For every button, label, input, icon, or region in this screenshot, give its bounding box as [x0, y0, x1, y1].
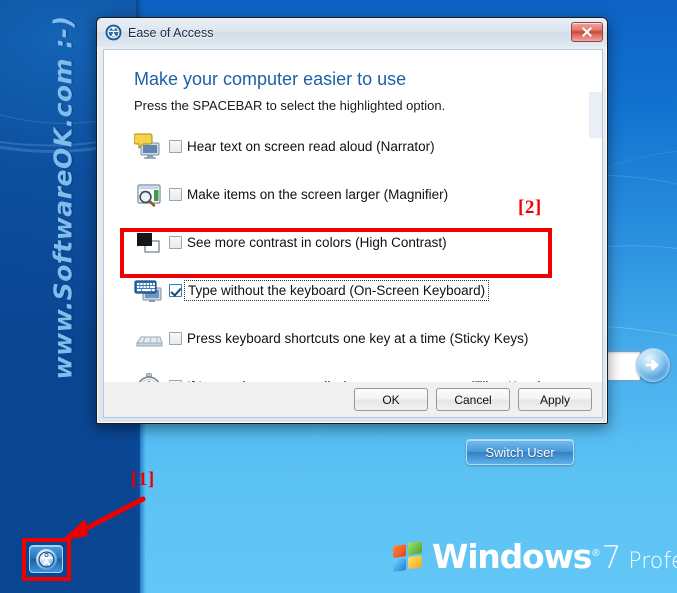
option-label: Hear text on screen read aloud (Narrator… — [187, 138, 435, 154]
option-checkbox[interactable] — [169, 235, 182, 249]
submit-arrow-button[interactable] — [636, 348, 670, 382]
option-row-high-contrast[interactable]: See more contrast in colors (High Contra… — [104, 218, 602, 266]
option-checkbox[interactable] — [169, 187, 182, 201]
option-row-on-screen-keyboard[interactable]: Type without the keyboard (On-Screen Key… — [104, 266, 602, 314]
accessibility-icon — [35, 548, 57, 570]
option-label: Make items on the screen larger (Magnifi… — [187, 186, 449, 202]
dialog-button-bar: OK Cancel Apply — [103, 382, 603, 418]
close-button[interactable] — [571, 22, 603, 42]
switch-user-button[interactable]: Switch User — [466, 439, 574, 465]
option-row-narrator[interactable]: Hear text on screen read aloud (Narrator… — [104, 122, 602, 170]
option-row-filter-keys[interactable]: If I press keys repeatedly, ignore extra… — [104, 362, 602, 382]
on-screen-keyboard-icon — [134, 275, 164, 305]
narrator-icon — [133, 131, 164, 161]
logon-screen: www.SoftwareOK.com :-) Switch User [1] w… — [0, 0, 677, 593]
ease-of-access-dialog: Ease of Access Make your computer easier… — [96, 17, 608, 424]
page-subtitle: Press the SPACEBAR to select the highlig… — [134, 98, 446, 113]
apply-button-label: Apply — [539, 392, 571, 407]
magnifier-icon — [134, 179, 164, 209]
apply-button[interactable]: Apply — [518, 388, 592, 411]
close-x-icon — [581, 26, 593, 38]
accessibility-icon — [105, 24, 122, 41]
option-label: Type without the keyboard (On-Screen Key… — [183, 279, 490, 301]
ok-button[interactable]: OK — [354, 388, 428, 411]
option-checkbox[interactable] — [169, 331, 182, 345]
ok-button-label: OK — [382, 392, 400, 407]
sticky-keys-icon — [134, 323, 164, 353]
cancel-button-label: Cancel — [454, 392, 492, 407]
option-list: Hear text on screen read aloud (Narrator… — [104, 122, 602, 382]
option-row-magnifier[interactable]: Make items on the screen larger (Magnifi… — [104, 170, 602, 218]
option-label: See more contrast in colors (High Contra… — [187, 234, 447, 250]
dialog-title: Ease of Access — [128, 25, 214, 40]
arrow-right-icon — [643, 355, 663, 375]
option-row-sticky-keys[interactable]: Press keyboard shortcuts one key at a ti… — [104, 314, 602, 362]
cancel-button[interactable]: Cancel — [436, 388, 510, 411]
ease-of-access-button[interactable] — [29, 545, 63, 573]
option-checkbox[interactable] — [169, 139, 182, 153]
dialog-content: Make your computer easier to use Press t… — [103, 49, 603, 382]
dialog-titlebar[interactable]: Ease of Access — [97, 18, 607, 47]
high-contrast-icon — [134, 227, 164, 257]
option-label: Press keyboard shortcuts one key at a ti… — [187, 330, 529, 346]
filter-keys-icon — [134, 371, 164, 382]
switch-user-label: Switch User — [485, 444, 555, 460]
option-checkbox[interactable] — [169, 283, 182, 297]
page-title: Make your computer easier to use — [134, 69, 407, 89]
